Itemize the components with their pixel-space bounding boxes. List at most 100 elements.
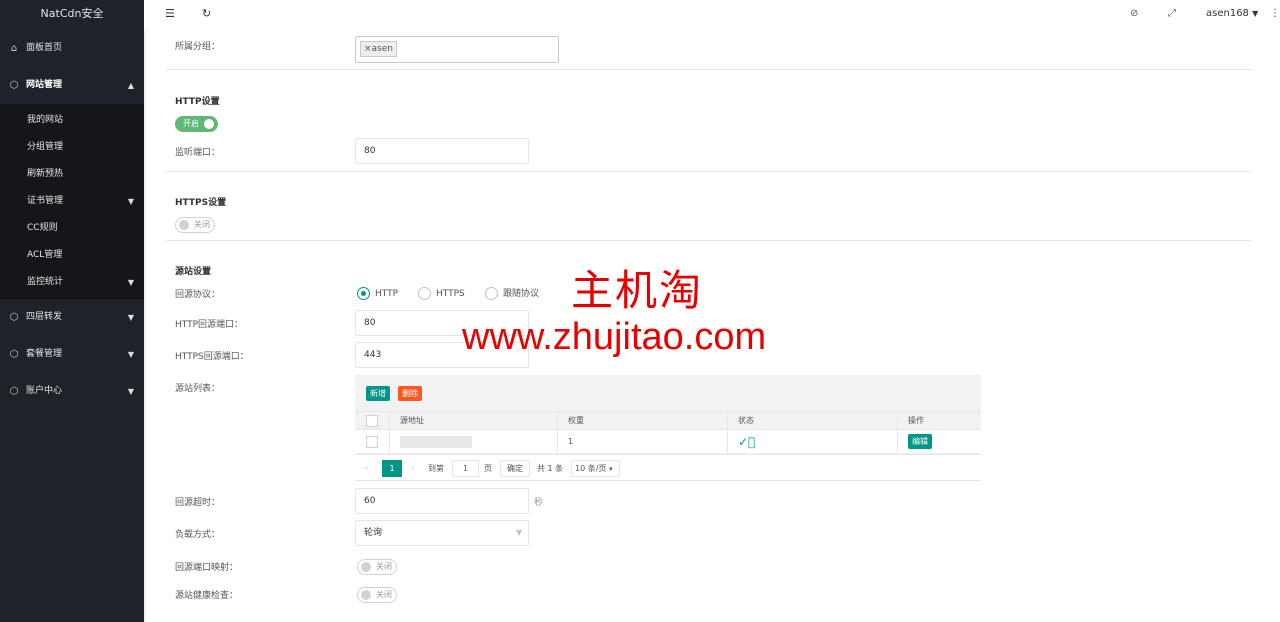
caret-down-icon: ▼ xyxy=(127,387,134,396)
origin-section-title: 源站设置 xyxy=(175,267,212,277)
sidebar-item-sites[interactable]: ⬡ 网站管理 ▲ xyxy=(0,67,144,104)
per-page-select[interactable]: 10 条/页 ▾ xyxy=(571,460,620,477)
sidebar-submenu: 我的网站 分组管理 刷新预热 证书管理 ▼ CC规则 ACL管理 监控统计 ▼ xyxy=(0,104,144,299)
radio-dot xyxy=(357,287,370,300)
sidebar-subitem-acl[interactable]: ACL管理 xyxy=(0,242,144,269)
sidebar-subitem-refresh[interactable]: 刷新预热 xyxy=(0,161,144,188)
page-unit-label: 页 xyxy=(484,464,492,473)
username: asen168 xyxy=(1206,8,1249,19)
sidebar-subitem-cc[interactable]: CC规则 xyxy=(0,215,144,242)
caret-down-icon: ▼ xyxy=(127,278,134,287)
sidebar-subitem-label: 证书管理 xyxy=(27,196,64,206)
cube-icon: ⬡ xyxy=(9,386,19,397)
divider xyxy=(166,171,1252,172)
sidebar-item-l4[interactable]: ⬡ 四层转发 ▼ xyxy=(0,299,144,336)
prev-page-icon[interactable]: ‹ xyxy=(365,460,368,477)
delete-origin-button[interactable]: 删除 xyxy=(398,386,422,401)
radio-label: 跟随协议 xyxy=(503,289,540,299)
top-header: ☰ ↻ ⊘ ⤢ asen168 ▼ ⋮ xyxy=(144,0,1280,30)
pagination: ‹ 1 › 到第 1 页 确定 共 1 条 10 条/页 ▾ xyxy=(355,454,981,481)
app-logo: NatCdn安全 xyxy=(0,0,144,30)
timeout-input[interactable]: 60 xyxy=(355,488,529,514)
radio-dot xyxy=(418,287,431,300)
watermark-text: 主机淘 xyxy=(571,266,704,315)
sidebar-subitem-my-sites[interactable]: 我的网站 xyxy=(0,107,144,134)
sidebar-item-account[interactable]: ⬡ 账户中心 ▼ xyxy=(0,373,144,410)
group-select[interactable]: ×asen xyxy=(355,36,559,63)
refresh-icon[interactable]: ↻ xyxy=(202,7,211,20)
port-map-label: 回源端口映射： xyxy=(175,563,239,573)
menu-fold-icon[interactable]: ☰ xyxy=(165,7,175,20)
sidebar-item-label: 四层转发 xyxy=(26,312,63,322)
goto-confirm-button[interactable]: 确定 xyxy=(500,460,530,477)
chevron-down-icon: ▾ xyxy=(608,465,613,473)
port-map-switch[interactable]: 关闭 xyxy=(357,559,397,575)
check-circle-icon: ✓⃝ xyxy=(738,435,756,449)
edit-button[interactable]: 编辑 xyxy=(908,434,932,449)
sidebar-subitem-label: 监控统计 xyxy=(27,277,64,287)
table-row: 1 ✓⃝ 编辑 xyxy=(355,429,981,453)
caret-down-icon: ▼ xyxy=(127,197,134,206)
group-label: 所属分组： xyxy=(175,42,221,52)
sidebar-item-label: 网站管理 xyxy=(26,80,63,90)
fullscreen-icon[interactable]: ⤢ xyxy=(1168,8,1176,19)
goto-page-input[interactable]: 1 xyxy=(452,460,479,477)
divider xyxy=(166,69,1252,70)
page-current[interactable]: 1 xyxy=(382,460,402,477)
sidebar-subitem-monitor[interactable]: 监控统计 ▼ xyxy=(0,269,144,296)
sidebar: NatCdn安全 ⌂ 面板首页 ⬡ 网站管理 ▲ 我的网站 分组管理 刷新预热 … xyxy=(0,0,144,622)
next-page-icon[interactable]: › xyxy=(411,460,414,477)
https-origin-port-label: HTTPS回源端口： xyxy=(175,352,249,362)
caret-down-icon: ▼ xyxy=(1252,9,1259,18)
sidebar-item-plans[interactable]: ⬡ 套餐管理 ▼ xyxy=(0,336,144,373)
listen-port-label: 监听端口： xyxy=(175,148,221,158)
cube-icon: ⬡ xyxy=(9,349,19,360)
tag-icon[interactable]: ⊘ xyxy=(1130,8,1138,19)
select-all-checkbox[interactable] xyxy=(366,414,378,427)
https-section-title: HTTPS设置 xyxy=(175,198,227,208)
balance-select[interactable]: 轮询 ▼ xyxy=(355,520,529,546)
table-header: 源地址 权重 状态 操作 xyxy=(355,411,981,429)
sidebar-item-label: 账户中心 xyxy=(26,386,63,396)
caret-down-icon: ▼ xyxy=(127,313,134,322)
caret-up-icon: ▲ xyxy=(127,81,134,90)
more-icon[interactable]: ⋮ xyxy=(1270,8,1280,19)
radio-follow[interactable]: 跟随协议 xyxy=(485,287,539,301)
row-checkbox-cell xyxy=(355,430,389,453)
goto-label: 到第 xyxy=(428,464,444,473)
radio-http[interactable]: HTTP xyxy=(357,287,398,301)
caret-down-icon: ▼ xyxy=(127,350,134,359)
sidebar-subitem-certs[interactable]: 证书管理 ▼ xyxy=(0,188,144,215)
divider xyxy=(166,240,1252,241)
column-header: 源地址 xyxy=(389,412,557,429)
radio-label: HTTPS xyxy=(436,289,465,299)
per-page-value: 10 条/页 xyxy=(575,464,607,473)
header-checkbox-cell xyxy=(355,412,389,429)
http-origin-port-label: HTTP回源端口： xyxy=(175,320,244,330)
weight-cell: 1 xyxy=(557,430,727,453)
timeout-label: 回源超时： xyxy=(175,498,221,508)
origin-table: 新增 删除 源地址 权重 状态 操作 1 ✓⃝ 编辑 ‹ 1 › 到第 1 页 … xyxy=(355,375,981,481)
sidebar-item-label: 面板首页 xyxy=(26,43,63,53)
group-tag[interactable]: ×asen xyxy=(360,41,397,57)
chevron-down-icon: ▼ xyxy=(515,528,522,537)
row-checkbox[interactable] xyxy=(366,435,378,448)
status-cell: ✓⃝ xyxy=(727,430,897,453)
action-cell: 编辑 xyxy=(897,430,981,453)
sidebar-item-home[interactable]: ⌂ 面板首页 xyxy=(0,30,144,67)
balance-label: 负载方式： xyxy=(175,530,221,540)
https-switch[interactable]: 关闭 xyxy=(175,217,215,233)
user-menu[interactable]: asen168 ▼ xyxy=(1206,8,1258,19)
cube-icon: ⬡ xyxy=(9,312,19,323)
http-switch[interactable]: 开启 xyxy=(175,116,218,132)
origin-protocol-label: 回源协议： xyxy=(175,290,221,300)
health-check-switch[interactable]: 关闭 xyxy=(357,587,397,603)
health-check-label: 源站健康检查： xyxy=(175,591,239,601)
listen-port-input[interactable]: 80 xyxy=(355,138,529,164)
sidebar-item-label: 套餐管理 xyxy=(26,349,63,359)
column-header: 操作 xyxy=(897,412,981,429)
sidebar-subitem-groups[interactable]: 分组管理 xyxy=(0,134,144,161)
radio-https[interactable]: HTTPS xyxy=(418,287,465,301)
add-origin-button[interactable]: 新增 xyxy=(366,386,390,401)
http-section-title: HTTP设置 xyxy=(175,97,220,107)
